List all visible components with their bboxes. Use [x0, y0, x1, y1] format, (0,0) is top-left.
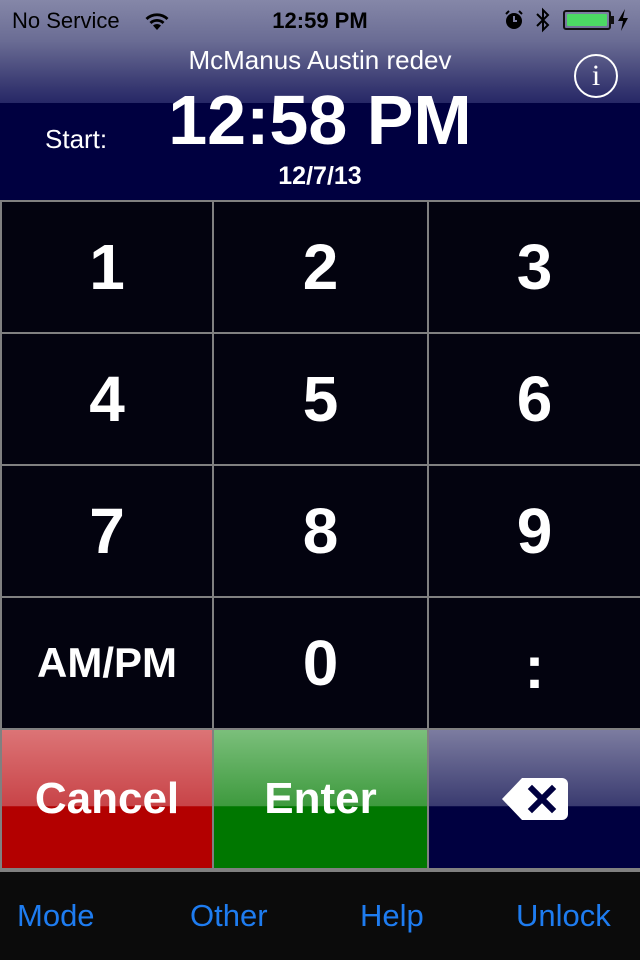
status-bar: No Service 12:59 PM — [0, 0, 640, 40]
charging-bolt-icon — [618, 9, 628, 31]
bluetooth-icon — [536, 7, 550, 33]
cancel-button[interactable]: Cancel — [2, 730, 212, 868]
job-title: McManus Austin redev — [188, 45, 452, 75]
date-display: 12/7/13 — [278, 162, 362, 190]
time-display: 12:58 PM — [168, 81, 472, 159]
backspace-icon — [501, 778, 568, 820]
key-am-pm[interactable]: AM/PM — [2, 598, 212, 728]
enter-button[interactable]: Enter — [214, 730, 427, 868]
backspace-button[interactable] — [429, 730, 640, 868]
tab-bar: Mode Other Help Unlock — [0, 872, 640, 960]
key-3[interactable]: 3 — [429, 202, 640, 332]
battery-tip — [611, 16, 614, 24]
key-1[interactable]: 1 — [2, 202, 212, 332]
header: No Service 12:59 PM McManus Austin redev… — [0, 0, 640, 200]
tab-help[interactable]: Help — [360, 898, 424, 934]
tab-mode[interactable]: Mode — [17, 898, 95, 934]
key-colon[interactable]: : — [429, 598, 640, 728]
key-2[interactable]: 2 — [214, 202, 427, 332]
cancel-button-label: Cancel — [34, 774, 180, 823]
battery-fill — [567, 14, 607, 26]
keypad: 1 2 3 4 5 6 7 8 9 AM/PM 0 : Cancel Enter — [0, 200, 640, 872]
tab-other[interactable]: Other — [190, 898, 268, 934]
enter-button-label: Enter — [264, 774, 377, 823]
key-6[interactable]: 6 — [429, 334, 640, 464]
key-7[interactable]: 7 — [2, 466, 212, 596]
alarm-icon — [505, 10, 523, 29]
battery-icon — [563, 10, 611, 30]
key-8[interactable]: 8 — [214, 466, 427, 596]
key-0[interactable]: 0 — [214, 598, 427, 728]
key-9[interactable]: 9 — [429, 466, 640, 596]
tab-unlock[interactable]: Unlock — [516, 898, 611, 934]
key-4[interactable]: 4 — [2, 334, 212, 464]
key-5[interactable]: 5 — [214, 334, 427, 464]
